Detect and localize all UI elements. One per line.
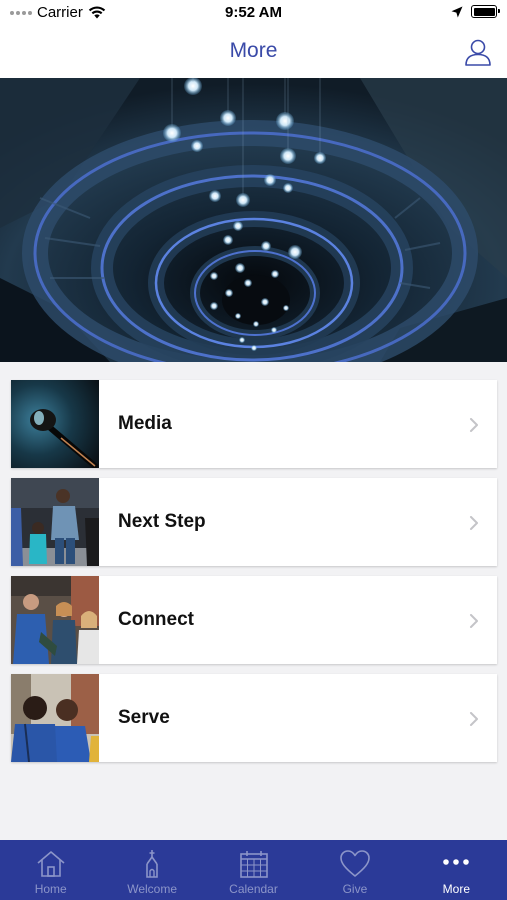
- tab-bar: Home Welcome Calendar Give More: [0, 840, 507, 900]
- tab-welcome[interactable]: Welcome: [101, 840, 202, 900]
- menu-item-serve[interactable]: Serve: [11, 674, 497, 762]
- status-time: 9:52 AM: [225, 4, 282, 21]
- navigation-bar: More: [0, 26, 507, 78]
- tab-label: Give: [342, 882, 368, 896]
- tab-label: Calendar: [229, 882, 278, 896]
- tab-give[interactable]: Give: [304, 840, 405, 900]
- more-icon: [443, 859, 470, 865]
- tab-home[interactable]: Home: [0, 840, 101, 900]
- menu-item-connect[interactable]: Connect: [11, 576, 497, 664]
- profile-icon[interactable]: [463, 37, 493, 67]
- media-thumbnail: [11, 380, 99, 468]
- page-title: More: [229, 39, 278, 62]
- menu-item-label: Next Step: [118, 511, 206, 532]
- menu-item-media[interactable]: Media: [11, 380, 497, 468]
- chevron-right-icon: [470, 516, 478, 530]
- menu-item-label: Connect: [118, 609, 194, 630]
- church-icon: [146, 850, 158, 878]
- serve-thumbnail: [11, 674, 99, 762]
- tab-label: Home: [34, 882, 67, 896]
- tab-label: Welcome: [127, 882, 177, 896]
- calendar-icon: [239, 851, 268, 878]
- tab-calendar[interactable]: Calendar: [203, 840, 304, 900]
- chevron-right-icon: [470, 712, 478, 726]
- next-step-thumbnail: [11, 478, 99, 566]
- menu-list: Media Next Step Connect Serve: [11, 380, 497, 772]
- chevron-right-icon: [470, 614, 478, 628]
- connect-thumbnail: [11, 576, 99, 664]
- status-right: [451, 5, 500, 18]
- spiral-staircase-image: [0, 78, 507, 362]
- battery-icon: [471, 5, 500, 18]
- tab-more[interactable]: More: [406, 840, 507, 900]
- home-icon: [37, 851, 65, 877]
- location-arrow-icon: [451, 6, 463, 17]
- menu-item-label: Serve: [118, 707, 170, 728]
- hero-image: [0, 78, 507, 362]
- status-bar: Carrier 9:52 AM: [0, 0, 507, 26]
- menu-item-next-step[interactable]: Next Step: [11, 478, 497, 566]
- heart-icon: [340, 850, 370, 877]
- chevron-right-icon: [470, 418, 478, 432]
- menu-item-label: Media: [118, 413, 172, 434]
- tab-label: More: [442, 882, 470, 896]
